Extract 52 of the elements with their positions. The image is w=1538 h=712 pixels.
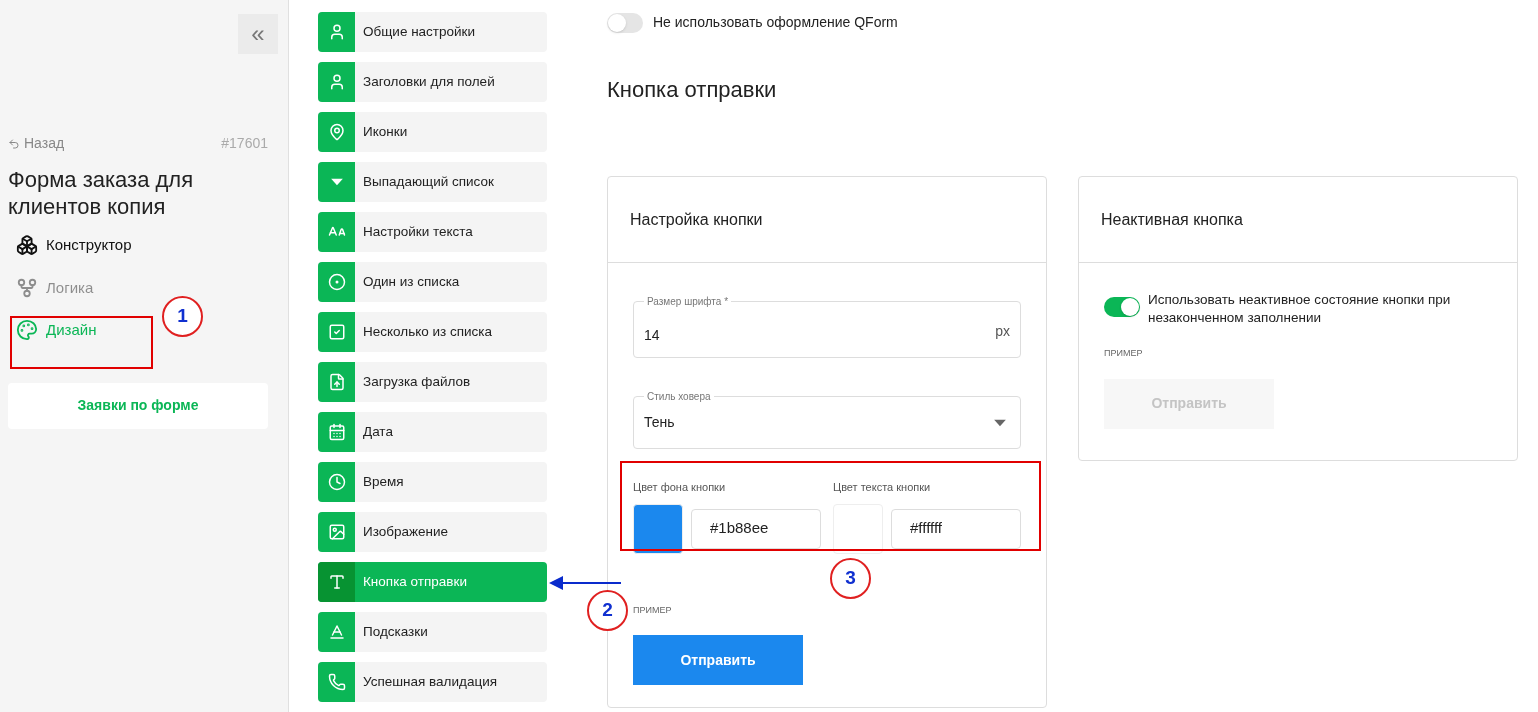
clock-icon <box>327 473 346 491</box>
field-label: Цвет фона кнопки <box>633 480 727 495</box>
form-id: #17601 <box>221 134 268 153</box>
settings-menu-item[interactable]: Подсказки <box>318 612 547 652</box>
palette-icon <box>16 319 38 342</box>
settings-menu-item[interactable]: Дата <box>318 412 547 452</box>
settings-menu-item[interactable]: Загрузка файлов <box>318 362 547 402</box>
fork-icon <box>16 276 38 299</box>
color-input[interactable]: #1b88ee <box>691 508 821 549</box>
map-pin-icon <box>327 123 346 141</box>
radio-icon <box>327 273 346 291</box>
toggle-label: Не использовать оформление QForm <box>653 13 898 32</box>
settings-menu-item[interactable]: Один из списка <box>318 262 547 302</box>
text-icon <box>327 573 346 591</box>
callout-number: 3 <box>830 558 871 599</box>
example-button[interactable]: Отправить <box>633 635 803 685</box>
phone-icon <box>327 673 346 691</box>
font-size-field[interactable]: Размер шрифта * 14 px <box>633 294 1021 358</box>
hover-style-select[interactable]: Стиль ховера Тень <box>633 389 1021 449</box>
field-label: Цвет текста кнопки <box>833 480 932 495</box>
settings-menu-item[interactable]: Настройки текста <box>318 212 547 252</box>
settings-menu-item[interactable]: Несколько из списка <box>318 312 547 352</box>
settings-menu-item[interactable]: Изображение <box>318 512 547 552</box>
nav-item[interactable]: Конструктор <box>16 234 280 257</box>
image-icon <box>327 523 346 541</box>
calendar-icon <box>327 423 346 441</box>
section-title: Кнопка отправки <box>607 76 778 104</box>
callout-number: 2 <box>587 590 628 631</box>
arrow-icon <box>549 576 621 590</box>
blocks-icon <box>16 234 38 257</box>
settings-menu-item[interactable]: Иконки <box>318 112 547 152</box>
toggle-switch[interactable] <box>1104 297 1140 317</box>
settings-menu-item[interactable]: Время <box>318 462 547 502</box>
settings-menu-item[interactable]: Успешная валидация <box>318 662 547 702</box>
card-title: Неактивная кнопка <box>1101 209 1243 230</box>
underline-icon <box>327 623 346 641</box>
undo-icon <box>8 137 20 150</box>
toggle-switch[interactable] <box>607 12 643 33</box>
file-upload-icon <box>327 373 346 391</box>
form-title: Форма заказа для клиентов копия <box>8 166 195 220</box>
collapse-button[interactable]: « <box>238 14 278 54</box>
color-swatch[interactable] <box>633 503 683 554</box>
settings-menu-item[interactable]: Выпадающий список <box>318 162 547 202</box>
example-label: ПРИМЕР <box>1104 347 1144 360</box>
color-input[interactable]: #ffffff <box>891 508 1021 549</box>
toggle-label: Использовать неактивное состояние кнопки при незаконченном заполнении <box>1148 291 1452 327</box>
example-label: ПРИМЕР <box>633 603 673 617</box>
card-title: Настройка кнопки <box>630 209 763 230</box>
settings-menu-item[interactable]: Заголовки для полей <box>318 62 547 102</box>
checkbox-icon <box>327 323 346 341</box>
settings-menu-item[interactable]: Общие настройки <box>318 12 547 52</box>
color-swatch[interactable] <box>833 503 883 554</box>
